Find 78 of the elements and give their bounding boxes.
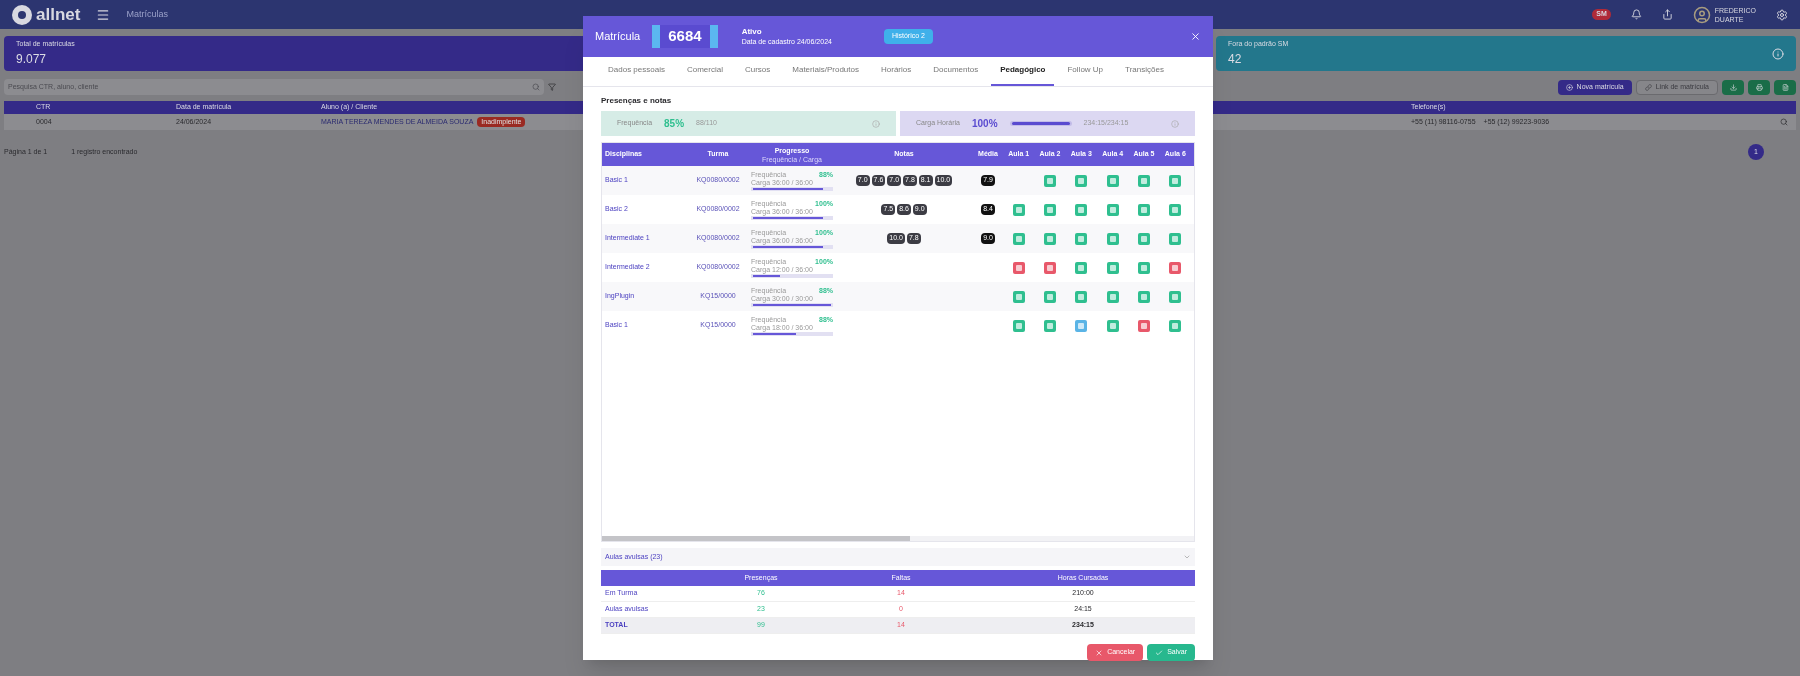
attendance-mark[interactable] — [1075, 290, 1088, 303]
attendance-mark[interactable] — [1169, 290, 1182, 303]
stat-value: 42 — [1228, 50, 1243, 68]
printer-icon — [1755, 83, 1763, 91]
attendance-mark[interactable] — [1138, 261, 1150, 274]
tab[interactable]: Cursos — [735, 64, 780, 86]
page-title: Matrículas — [126, 7, 168, 21]
tab[interactable]: Pedagógico — [991, 64, 1055, 86]
attendance-mark[interactable] — [1169, 261, 1182, 274]
export-button[interactable] — [1748, 79, 1770, 95]
tab[interactable]: Documentos — [924, 64, 988, 86]
document-icon — [1781, 83, 1789, 91]
attendance-mark[interactable] — [1044, 203, 1056, 216]
attendance-mark[interactable] — [1138, 290, 1150, 303]
stat-value: 9.077 — [16, 50, 48, 68]
section-title: Presenças e notas — [601, 95, 673, 107]
attendance-mark[interactable] — [1075, 319, 1088, 332]
attendance-mark[interactable] — [1138, 203, 1150, 216]
search-icon[interactable] — [532, 83, 540, 91]
attendance-mark[interactable] — [1012, 261, 1025, 274]
bell-icon[interactable] — [1630, 9, 1642, 20]
attendance-mark[interactable] — [1138, 319, 1150, 332]
info-icon[interactable] — [1171, 119, 1179, 128]
attendance-mark[interactable] — [1075, 203, 1088, 216]
attendance-mark[interactable] — [1169, 203, 1182, 216]
avatar[interactable] — [1692, 5, 1711, 24]
attendance-mark[interactable] — [1169, 232, 1182, 245]
attendance-mark[interactable] — [1044, 174, 1056, 187]
close-icon — [1095, 648, 1104, 657]
attendance-mark[interactable] — [1106, 261, 1119, 274]
enrollment-number: 6684 — [652, 25, 718, 48]
dialog-title: Matrícula — [595, 29, 641, 45]
attendance-mark[interactable] — [1169, 174, 1182, 187]
attendance-mark[interactable] — [1106, 232, 1119, 245]
export-button[interactable] — [1774, 79, 1796, 95]
attendance-mark[interactable] — [1012, 319, 1025, 332]
attendance-mark[interactable] — [1075, 261, 1088, 274]
attendance-mark[interactable] — [1106, 174, 1119, 187]
settings-icon[interactable] — [1776, 8, 1788, 21]
tab[interactable]: Materiais/Produtos — [783, 64, 868, 86]
search-icon[interactable] — [1780, 118, 1788, 126]
attendance-mark[interactable] — [1044, 232, 1056, 245]
attendance-mark[interactable] — [1044, 261, 1056, 274]
status-text: Ativo — [741, 26, 763, 37]
attendance-mark[interactable] — [1169, 319, 1182, 332]
attendance-mark[interactable] — [1012, 290, 1025, 303]
tab[interactable]: Horários — [872, 64, 921, 86]
filter-icon[interactable] — [548, 83, 556, 91]
attendance-mark[interactable] — [1012, 203, 1025, 216]
attendance-mark[interactable] — [1138, 174, 1150, 187]
chevron-down-icon — [1183, 553, 1191, 561]
attendance-mark[interactable] — [1106, 290, 1119, 303]
info-icon[interactable] — [1772, 47, 1784, 60]
attendance-mark[interactable] — [1075, 174, 1088, 187]
attendance-mark[interactable] — [1044, 290, 1056, 303]
tab[interactable]: Comercial — [677, 64, 732, 86]
attendance-mark[interactable] — [1012, 232, 1025, 245]
attendance-mark[interactable] — [1044, 319, 1056, 332]
attendance-mark[interactable] — [1106, 203, 1119, 216]
tab[interactable]: Transições — [1116, 64, 1173, 86]
info-icon[interactable] — [872, 119, 880, 128]
tab[interactable]: Follow Up — [1058, 64, 1113, 86]
tab[interactable]: Dados pessoais — [599, 64, 674, 86]
menu-icon[interactable] — [96, 7, 111, 22]
plus-icon — [1565, 83, 1573, 91]
card-value: 100% — [971, 117, 998, 131]
export-button[interactable] — [1722, 79, 1744, 95]
attendance-mark[interactable] — [1138, 232, 1150, 245]
download-icon — [1729, 83, 1737, 91]
attendance-mark[interactable] — [1106, 319, 1119, 332]
check-icon — [1155, 648, 1164, 657]
scrollbar-thumb[interactable] — [602, 536, 910, 541]
logo: allnet — [12, 1, 81, 28]
share-icon[interactable] — [1661, 9, 1673, 20]
close-icon[interactable] — [1190, 31, 1201, 42]
attendance-mark[interactable] — [1075, 232, 1088, 245]
link-icon — [1644, 83, 1652, 91]
card-value: 85% — [664, 117, 685, 131]
